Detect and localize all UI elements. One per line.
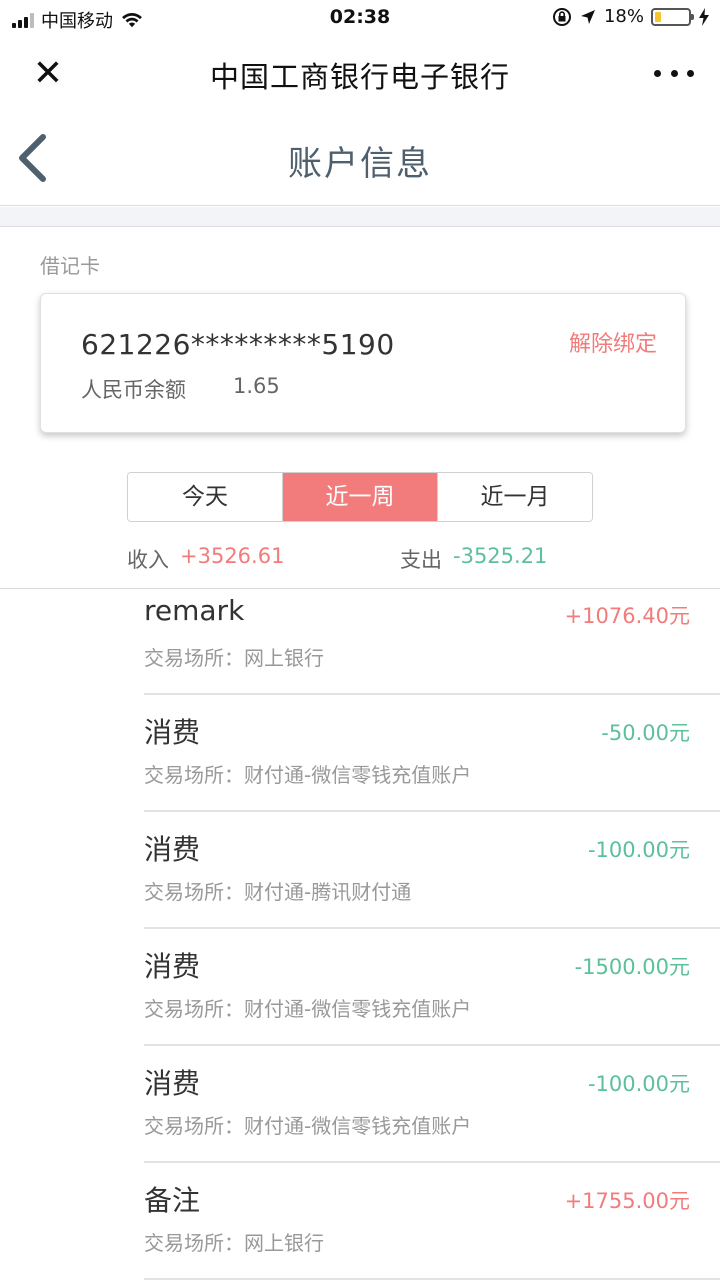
transaction-amount: -50.00元 xyxy=(601,721,690,745)
income-label: 收入 xyxy=(127,548,169,572)
expense-value: -3525.21 xyxy=(453,544,548,568)
transaction-place: 交易场所：财付通-微信零钱充值账户 xyxy=(144,1114,472,1138)
status-bar: 中国移动 02:38 18% xyxy=(0,0,720,36)
transaction-item[interactable]: 消费 交易场所：财付通-微信零钱充值账户 -50.00元 xyxy=(144,695,720,812)
transaction-amount: -100.00元 xyxy=(587,838,690,862)
tab-today[interactable]: 今天 xyxy=(128,473,282,521)
orientation-lock-icon xyxy=(552,7,571,26)
balance-label: 人民币余额 xyxy=(81,378,186,402)
transaction-item[interactable]: 消费 交易场所：财付通-微信零钱充值账户 -100.00元 xyxy=(144,1046,720,1163)
tab-last-month[interactable]: 近一月 xyxy=(437,473,592,521)
transaction-place: 交易场所：财付通-微信零钱充值账户 xyxy=(144,997,472,1021)
more-dots-icon[interactable] xyxy=(654,58,694,88)
transaction-title: 消费 xyxy=(144,950,201,983)
transaction-place: 交易场所：财付通-微信零钱充值账户 xyxy=(144,763,472,787)
summary-row: 收入 +3526.61 支出 -3525.21 xyxy=(0,540,720,574)
transaction-amount: -1500.00元 xyxy=(574,955,690,979)
card-number: 621226*********5190 xyxy=(81,328,395,361)
transaction-item[interactable]: 消费 交易场所：财付通-腾讯财付通 -100.00元 xyxy=(144,812,720,929)
card-section-label: 借记卡 xyxy=(40,254,100,278)
transaction-title: remark xyxy=(144,594,245,627)
browser-header: ✕ 中国工商银行电子银行 xyxy=(0,36,720,110)
transaction-item[interactable]: remark 交易场所：网上银行 +1076.40元 xyxy=(144,589,720,695)
location-arrow-icon xyxy=(580,9,595,24)
transaction-amount: +1076.40元 xyxy=(564,604,690,628)
transaction-title: 消费 xyxy=(144,833,201,866)
transaction-title: 备注 xyxy=(144,1184,201,1217)
browser-title: 中国工商银行电子银行 xyxy=(209,60,510,94)
transaction-place: 交易场所：财付通-腾讯财付通 xyxy=(144,880,412,904)
transaction-item[interactable]: 备注 交易场所：网上银行 +1755.00元 xyxy=(144,1163,720,1280)
transaction-item[interactable]: 消费 交易场所：财付通-微信零钱充值账户 -1500.00元 xyxy=(144,929,720,1046)
battery-icon xyxy=(651,7,694,26)
transaction-amount: -100.00元 xyxy=(587,1072,690,1096)
page: 中国移动 02:38 18% ✕ 中国工商银行电子银行 账户信息 借记卡 621… xyxy=(0,0,720,1280)
tab-last-week[interactable]: 近一周 xyxy=(282,473,437,521)
transaction-place: 交易场所：网上银行 xyxy=(144,646,324,670)
income-value: +3526.61 xyxy=(180,544,285,568)
battery-fill xyxy=(655,11,661,22)
page-nav: 账户信息 xyxy=(0,110,720,206)
transaction-amount: +1755.00元 xyxy=(564,1189,690,1213)
page-title: 账户信息 xyxy=(288,144,432,184)
charging-bolt-icon xyxy=(699,7,709,26)
unbind-button[interactable]: 解除绑定 xyxy=(569,326,657,358)
expense-label: 支出 xyxy=(400,548,442,572)
section-separator xyxy=(0,207,720,227)
balance-value: 1.65 xyxy=(233,374,280,398)
status-right: 18% xyxy=(552,6,710,27)
transaction-place: 交易场所：网上银行 xyxy=(144,1231,324,1255)
period-segment: 今天 近一周 近一月 xyxy=(127,472,593,522)
bank-card: 621226*********5190 解除绑定 人民币余额 1.65 xyxy=(40,293,686,433)
battery-percent: 18% xyxy=(603,6,644,27)
transaction-list[interactable]: remark 交易场所：网上银行 +1076.40元 消费 交易场所：财付通-微… xyxy=(0,589,720,1280)
transaction-title: 消费 xyxy=(144,1067,201,1100)
transaction-title: 消费 xyxy=(144,716,201,749)
